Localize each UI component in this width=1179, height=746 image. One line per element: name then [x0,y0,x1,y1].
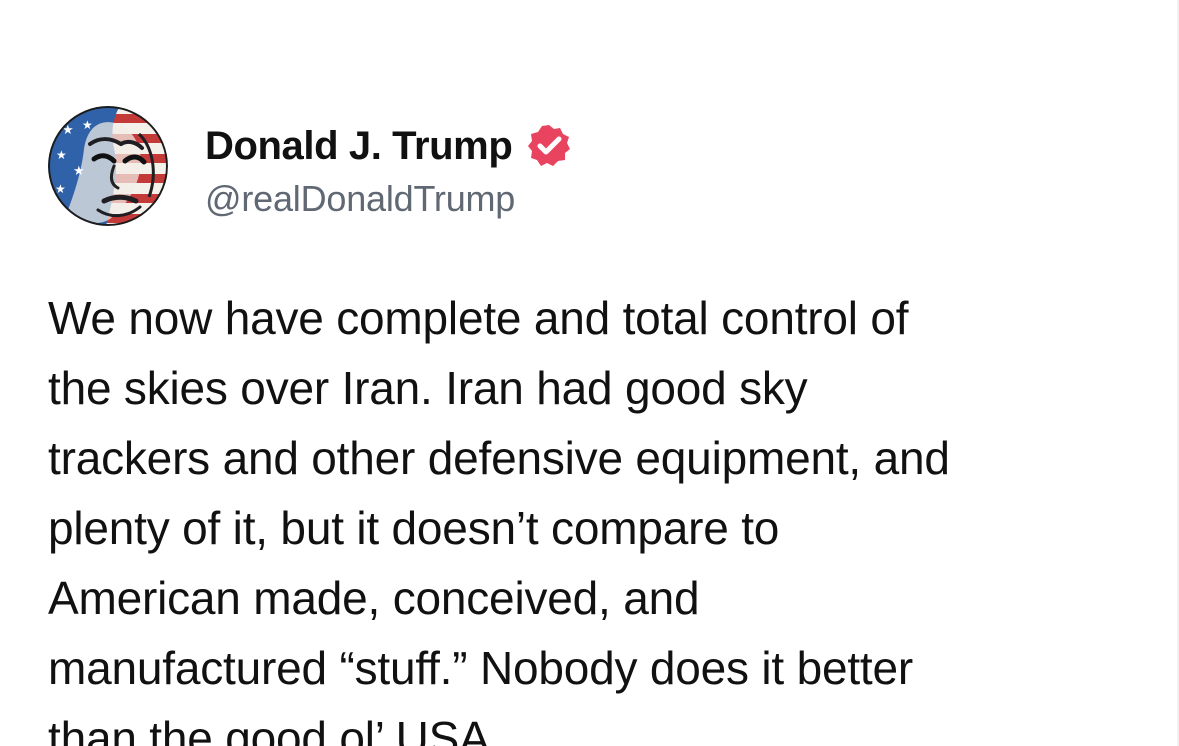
post-body-line-7: than the good ol’ USA. [48,712,503,746]
post-body-line-1: We now have complete and total control o… [48,292,909,344]
author-handle[interactable]: @realDonaldTrump [205,180,573,217]
svg-text:★: ★ [82,118,93,132]
avatar[interactable]: ★ ★ ★ ★ ★ [48,106,168,226]
post-header: ★ ★ ★ ★ ★ Donald J. Trump @realDonaldTru… [48,106,573,226]
post-body-line-5: American made, conceived, and [48,572,700,624]
display-name-row: Donald J. Trump [205,116,573,176]
author-display-name[interactable]: Donald J. Trump [205,126,513,166]
post-body-line-6: manufactured “stuff.” Nobody does it bet… [48,642,914,694]
author-identity: Donald J. Trump @realDonaldTrump [205,116,573,217]
post-body-line-3: trackers and other defensive equipment, … [48,432,950,484]
post-card: ★ ★ ★ ★ ★ Donald J. Trump @realDonaldTru… [0,0,1179,746]
svg-text:★: ★ [73,164,85,179]
post-body-line-4: plenty of it, but it doesn’t compare to [48,502,780,554]
svg-text:★: ★ [62,123,74,138]
post-body: We now have complete and total control o… [48,283,1173,746]
svg-text:★: ★ [56,148,67,162]
flag-painted-portrait-avatar: ★ ★ ★ ★ ★ [48,106,168,226]
post-body-line-2: the skies over Iran. Iran had good sky [48,362,808,414]
verified-badge-icon [525,122,573,170]
